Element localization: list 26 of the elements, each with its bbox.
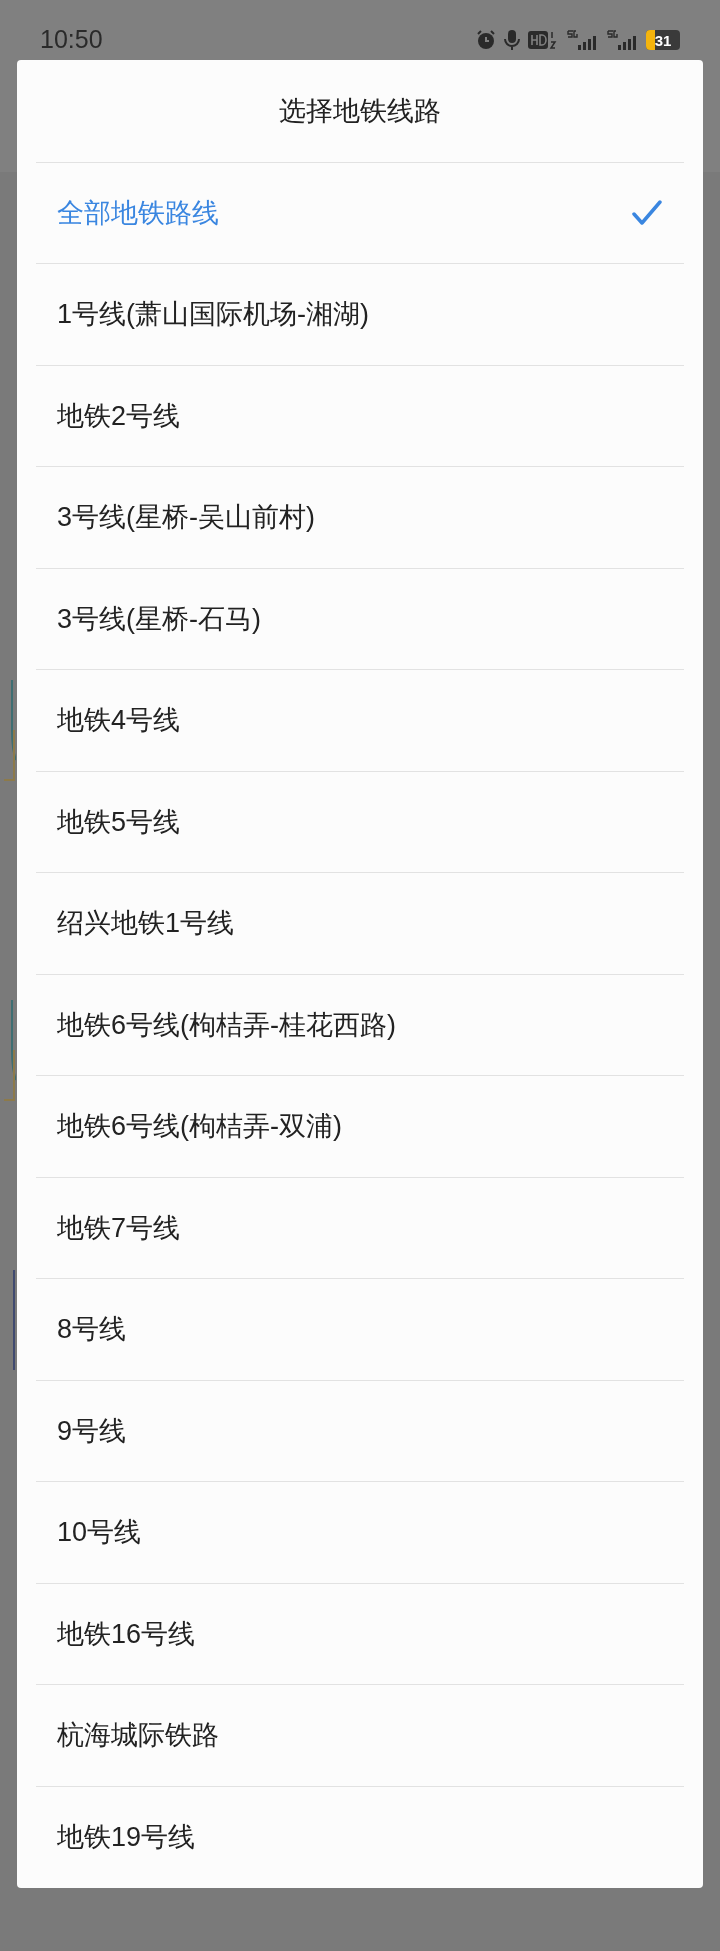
line-option[interactable]: 地铁19号线 — [36, 1786, 684, 1888]
line-option[interactable]: 3号线(星桥-吴山前村) — [36, 467, 684, 569]
line-option[interactable]: 地铁16号线 — [36, 1583, 684, 1685]
line-option[interactable]: 地铁4号线 — [36, 670, 684, 772]
signal-icon — [566, 29, 598, 51]
line-option[interactable]: 8号线 — [36, 1279, 684, 1381]
battery-indicator: 31 — [646, 30, 680, 50]
signal-icon — [606, 29, 638, 51]
line-option[interactable]: 地铁2号线 — [36, 365, 684, 467]
line-option[interactable]: 地铁6号线(枸桔弄-双浦) — [36, 1076, 684, 1178]
line-option[interactable]: 杭海城际铁路 — [36, 1685, 684, 1787]
status-time: 10:50 — [40, 24, 103, 56]
line-option[interactable]: 地铁7号线 — [36, 1177, 684, 1279]
line-option[interactable]: 全部地铁路线 — [36, 162, 684, 264]
line-option[interactable]: 3号线(星桥-石马) — [36, 568, 684, 670]
line-option[interactable]: 地铁5号线 — [36, 771, 684, 873]
line-option[interactable]: 9号线 — [36, 1380, 684, 1482]
dialog-title: 选择地铁线路 — [279, 94, 441, 128]
hd-icon — [528, 30, 558, 50]
line-option[interactable]: 1号线(萧山国际机场-湘湖) — [36, 264, 684, 366]
check-icon — [632, 199, 662, 226]
line-option[interactable]: 地铁6号线(枸桔弄-桂花西路) — [36, 974, 684, 1076]
line-option[interactable]: 绍兴地铁1号线 — [36, 873, 684, 975]
line-option[interactable]: 10号线 — [36, 1482, 684, 1584]
alarm-icon — [476, 30, 496, 50]
microphone-icon — [504, 29, 520, 51]
